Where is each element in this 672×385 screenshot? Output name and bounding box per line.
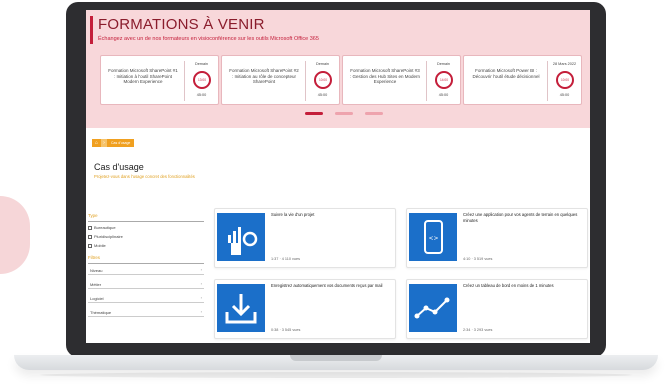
chevron-down-icon: › [200,281,202,286]
pager-dot-active[interactable] [305,112,323,115]
use-case-meta: 1:37 · 4 110 vues [271,257,301,261]
filters-label: Filtres [88,255,100,260]
use-case-tile[interactable]: Créez un tableau de bord en moins de 1 m… [406,279,588,339]
training-card-date: Demain [315,62,330,66]
training-card-time: 14:00 [440,78,448,82]
training-card-title: Formation Microsoft Power BI : Découvrir… [472,68,540,79]
pager-dot[interactable] [335,112,353,115]
training-card-duration: 45:00 [196,93,207,97]
checkbox[interactable] [88,225,92,230]
use-case-title: Suivre la vie d'un projet [271,212,315,217]
svg-text:<>: <> [428,235,438,242]
breadcrumb: ⌂ › Cas d'usage [92,139,135,147]
type-filter-label: Type [88,213,98,218]
chevron-down-icon: › [200,295,202,300]
filter-metier[interactable]: Métier › [88,280,204,289]
training-card-duration: 45:00 [438,93,449,97]
filter-logiciel[interactable]: Logiciel › [88,294,204,303]
chevron-down-icon: › [200,267,202,272]
training-card-date: Demain [436,62,451,66]
banner-subtitle: Échangez avec un de nos formateurs en vi… [98,36,319,42]
filter-row-label: Logiciel [90,295,104,301]
filter-divider [88,221,204,222]
training-card-date: Demain [194,62,209,66]
training-card-time: 13:00 [198,78,206,82]
download-icon [217,284,265,332]
laptop-screen: FORMATIONS À VENIR Échangez avec un de n… [86,10,590,343]
checkbox[interactable] [88,234,92,239]
training-card-title: Formation Microsoft SharePoint #2 : Init… [229,68,299,84]
clock-icon: 13:00 [193,71,211,89]
training-cards: Formation Microsoft SharePoint #1 : Init… [100,55,586,105]
checkbox-label: Bureautique [94,225,116,230]
filter-row-label: Niveau [90,267,103,273]
type-checkbox-bureautique[interactable]: Bureautique [88,225,116,230]
use-case-tile[interactable]: <> Créez une application pour vos agents… [406,208,588,268]
use-case-tile[interactable]: Suivre la vie d'un projet 1:37 · 4 110 v… [214,208,396,268]
page-subtitle: Projetez-vous dans l'usage concret des f… [94,174,195,179]
banner-title: FORMATIONS À VENIR [98,16,265,33]
clock-icon: 10:00 [314,71,332,89]
training-card[interactable]: Formation Microsoft Power BI : Découvrir… [463,55,582,105]
checkbox[interactable] [88,243,92,248]
use-case-title: Créez une application pour vos agents de… [463,212,578,223]
clock-icon: 14:00 [435,71,453,89]
training-card-time: 10:00 [561,78,569,82]
phone-app-icon: <> [409,213,457,261]
stage: FORMATIONS À VENIR Échangez avec un de n… [0,0,672,385]
type-checkbox-mobile[interactable]: Mobile [88,243,106,248]
use-case-meta: 2:34 · 3 293 vues [463,328,493,332]
training-card-date: 28 Mars 2022 [552,62,577,66]
pager-dot[interactable] [365,112,383,115]
training-card[interactable]: Formation Microsoft SharePoint #2 : Init… [221,55,340,105]
training-card-time: 10:00 [319,78,327,82]
formations-banner: FORMATIONS À VENIR Échangez avec un de n… [86,10,590,128]
chevron-down-icon: › [200,309,202,314]
use-case-meta: 4:10 · 3 519 vues [463,257,493,261]
checkbox-label: Mobile [94,243,106,248]
chart-icon [217,213,265,261]
use-case-tile[interactable]: Enregistrez automatiquement vos document… [214,279,396,339]
filter-niveau[interactable]: Niveau › [88,266,204,275]
line-chart-icon [409,284,457,332]
training-card-duration: 45:00 [317,93,328,97]
training-card-title: Formation Microsoft SharePoint #1 : Init… [108,68,178,84]
use-case-title: Créez un tableau de bord en moins de 1 m… [463,283,554,288]
training-card[interactable]: Formation Microsoft SharePoint #1 : Init… [100,55,219,105]
breadcrumb-item[interactable]: Cas d'usage [107,139,135,147]
filter-thematique[interactable]: Thématique › [88,308,204,317]
banner-accent-bar [90,16,93,44]
filter-divider [88,263,204,264]
use-case-meta: 0:38 · 3 545 vues [271,328,301,332]
checkbox-label: Pluridisciplinaire [94,234,123,239]
decorative-blob [0,196,30,274]
filter-row-label: Métier [90,281,102,287]
use-case-title: Enregistrez automatiquement vos document… [271,283,383,288]
laptop-shadow [40,372,632,378]
clock-icon: 10:00 [556,71,574,89]
training-card-duration: 45:00 [559,93,570,97]
type-checkbox-pluridisciplinaire[interactable]: Pluridisciplinaire [88,234,123,239]
laptop-notch [290,355,382,361]
page-title: Cas d'usage [94,162,144,172]
training-card[interactable]: Formation Microsoft SharePoint #3 : Gest… [342,55,461,105]
home-icon[interactable]: ⌂ [92,139,101,147]
training-card-title: Formation Microsoft SharePoint #3 : Gest… [349,68,421,84]
filter-row-label: Thématique [90,309,112,315]
